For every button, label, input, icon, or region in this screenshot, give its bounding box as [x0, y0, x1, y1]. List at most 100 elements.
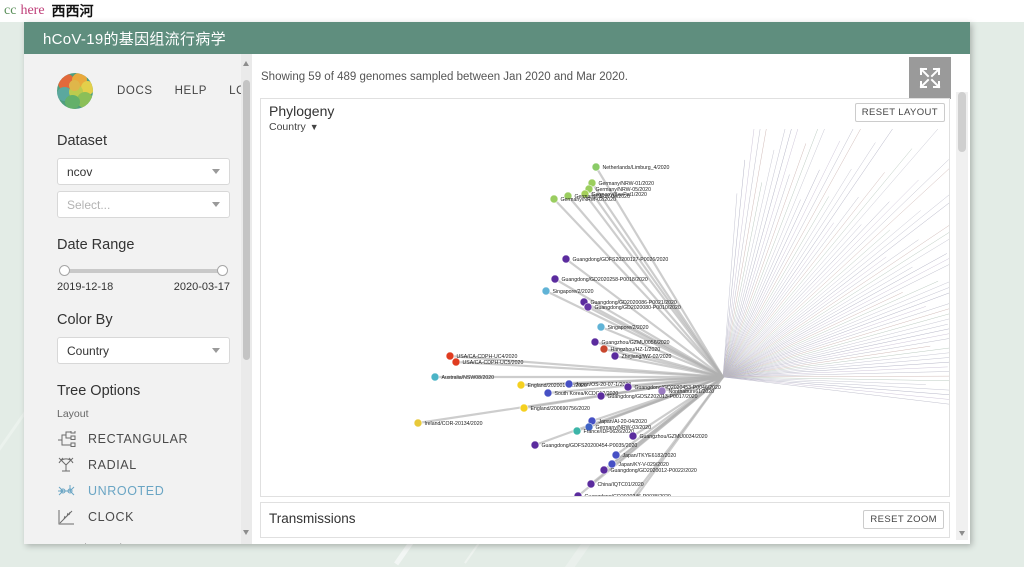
layout-option-unrooted[interactable]: UNROOTED [57, 478, 230, 504]
reset-layout-button[interactable]: RESET LAYOUT [854, 103, 945, 122]
tree-tip[interactable]: Germany/NRW-02/2020 [549, 194, 617, 204]
phylogeny-tree-canvas[interactable]: Netherlands/Limburg_4/2020 Germany/NRW-01… [261, 129, 949, 496]
layout-option-radial[interactable]: RADIAL [57, 452, 230, 478]
tree-tip-marker[interactable] [610, 351, 620, 361]
main-scrollbar-thumb[interactable] [958, 92, 966, 152]
reset-zoom-button[interactable]: RESET ZOOM [863, 510, 944, 529]
layout-option-rectangular[interactable]: RECTANGULAR [57, 426, 230, 452]
tree-tip[interactable]: Guangdong/GD2020258-P0018/2020 [550, 274, 648, 284]
sidebar-scrollbar[interactable] [241, 54, 252, 544]
layout-label: Layout [57, 408, 89, 420]
tree-tip[interactable]: Netherlands/Limburg_4/2020 [591, 162, 670, 172]
tree-tip-marker[interactable] [583, 302, 593, 312]
tree-tip-marker[interactable] [623, 382, 633, 392]
tree-tip-label: Singapore/2/2020 [608, 325, 649, 331]
scroll-up-arrow-icon[interactable] [243, 61, 249, 66]
slider-handle-start[interactable] [59, 265, 70, 276]
expand-fullscreen-icon[interactable] [909, 57, 951, 99]
tree-tip-marker[interactable] [591, 162, 601, 172]
tree-tip[interactable]: Singapore/2/2020 [596, 322, 649, 332]
tree-tip[interactable]: USA/CA-CDPH-UC5/2020 [451, 357, 523, 367]
main-scrollbar[interactable] [956, 92, 968, 540]
tree-tip[interactable]: Ireland/COR-20134/2020 [413, 418, 483, 428]
status-text: Showing 59 of 489 genomes sampled betwee… [261, 71, 628, 83]
tree-tip-marker[interactable] [519, 403, 529, 413]
tree-tip-marker[interactable] [549, 194, 559, 204]
tree-tip[interactable]: Guangdong/GD2020080-P0010/2020 [583, 302, 681, 312]
tree-tip-marker[interactable] [451, 357, 461, 367]
sidebar-nav: DOCS HELP LOGIN [117, 85, 252, 97]
tree-tip[interactable]: Japan/TKYE6182/2020 [611, 450, 677, 460]
tree-tip-label: Netherlands/Limburg_4/2020 [603, 165, 670, 171]
dataset-select-value: ncov [67, 164, 93, 179]
tree-tip-label: Guangdong/GDFS20200127-P0026/2020 [573, 257, 669, 263]
nav-link-docs[interactable]: DOCS [117, 85, 153, 97]
tree-tip-marker[interactable] [596, 322, 606, 332]
tree-tip-label: Guangdong/GDSZ202013-P0017/2020 [608, 394, 698, 400]
scroll-down-arrow-icon[interactable] [958, 531, 965, 536]
tree-tip-marker[interactable] [599, 465, 609, 475]
sidebar-header: DOCS HELP LOGIN [57, 68, 252, 114]
tree-tip-marker[interactable] [541, 286, 551, 296]
tree-tip[interactable]: Japan/OS-20-07-1/2020 [564, 379, 632, 389]
tree-tip-label: Germany/NRW-02/2020 [561, 197, 617, 203]
site-banner-chinese: 西西河 [51, 3, 94, 19]
sidebar-scrollbar-thumb[interactable] [243, 80, 250, 360]
color-by-select[interactable]: Country [57, 337, 230, 364]
tree-tip-marker[interactable] [561, 254, 571, 264]
tree-tip[interactable]: Guangdong/GDSZ202013-P0017/2020 [596, 391, 698, 401]
unrooted-tree-icon [58, 484, 75, 495]
tree-tip-marker[interactable] [607, 459, 617, 469]
tree-tip[interactable]: Guangdong/GD2020246-P0038/2020 [573, 491, 671, 496]
tree-tip-marker[interactable] [572, 426, 582, 436]
layout-option-clock[interactable]: CLOCK [57, 504, 230, 530]
tree-tip-label: Japan/OS-20-07-1/2020 [576, 382, 632, 388]
tree-tip-marker[interactable] [628, 431, 638, 441]
app-body: DOCS HELP LOGIN Dataset ncov Select... D… [24, 54, 970, 544]
tree-tip-marker[interactable] [599, 344, 609, 354]
tree-tip-marker[interactable] [543, 388, 553, 398]
dataset-secondary-value: Select... [67, 197, 111, 212]
nextstrain-logo-icon[interactable] [57, 73, 93, 109]
tree-tip[interactable]: Guangzhou/GZMU0034/2020 [628, 431, 708, 441]
tree-tip-marker[interactable] [413, 418, 423, 428]
tree-tip-marker[interactable] [596, 391, 606, 401]
tree-tip-marker[interactable] [445, 351, 455, 361]
tree-tip-label: Japan/TKYE6182/2020 [623, 453, 677, 459]
tree-tip-marker[interactable] [516, 380, 526, 390]
tree-tip-label: Guangdong/GD2020080-P0010/2020 [595, 305, 681, 311]
tree-tip-label: Guangdong/GD2020246-P0038/2020 [585, 494, 671, 496]
phylogeny-tree-svg[interactable]: Netherlands/Limburg_4/2020 Germany/NRW-01… [261, 129, 949, 496]
tree-tip[interactable]: Guangdong/GD2020012-P0022/2020 [599, 465, 697, 475]
tree-tip-marker[interactable] [586, 479, 596, 489]
window-title-bar: hCoV-19的基因组流行病学 [24, 22, 970, 54]
tree-tip-marker[interactable] [564, 379, 574, 389]
tree-tip-marker[interactable] [550, 274, 560, 284]
color-by-value: Country [67, 343, 110, 358]
tree-tip-marker[interactable] [611, 450, 621, 460]
tree-tip[interactable]: Guangdong/GDFS20200127-P0026/2020 [561, 254, 669, 264]
dataset-select[interactable]: ncov [57, 158, 230, 185]
date-range-labels: 2019-12-18 2020-03-17 [57, 281, 230, 293]
tree-tip[interactable]: Guangdong/GDFS20200454-P0035/2020 [530, 440, 637, 450]
scroll-down-arrow-icon[interactable] [243, 530, 249, 535]
tree-tip[interactable]: England/200690756/2020 [519, 403, 591, 413]
sidebar: DOCS HELP LOGIN Dataset ncov Select... D… [24, 54, 252, 544]
dataset-secondary-select[interactable]: Select... [57, 191, 230, 218]
tree-tip-marker[interactable] [530, 440, 540, 450]
site-banner-here: here [20, 3, 45, 18]
tree-tip-label: Guangdong/GD2020258-P0018/2020 [562, 277, 648, 283]
layout-option-label: CLOCK [88, 510, 135, 524]
tree-tip[interactable]: Guangzhou/GZMU0056/2020 [590, 337, 670, 347]
tree-tip-label: Australia/NSW08/2020 [442, 375, 495, 381]
clock-tree-icon [58, 509, 74, 524]
tree-tip-marker[interactable] [590, 337, 600, 347]
nav-link-help[interactable]: HELP [175, 85, 207, 97]
tree-tip-label: England/200690756/2020 [531, 406, 591, 412]
tree-tip-marker[interactable] [430, 372, 440, 382]
slider-handle-end[interactable] [217, 265, 228, 276]
layout-option-label: RADIAL [88, 458, 137, 472]
date-range-slider[interactable] [59, 265, 228, 277]
site-banner-cc: cc [4, 3, 17, 18]
tree-tip[interactable]: Germany/NRW-01/2020 [587, 178, 654, 188]
